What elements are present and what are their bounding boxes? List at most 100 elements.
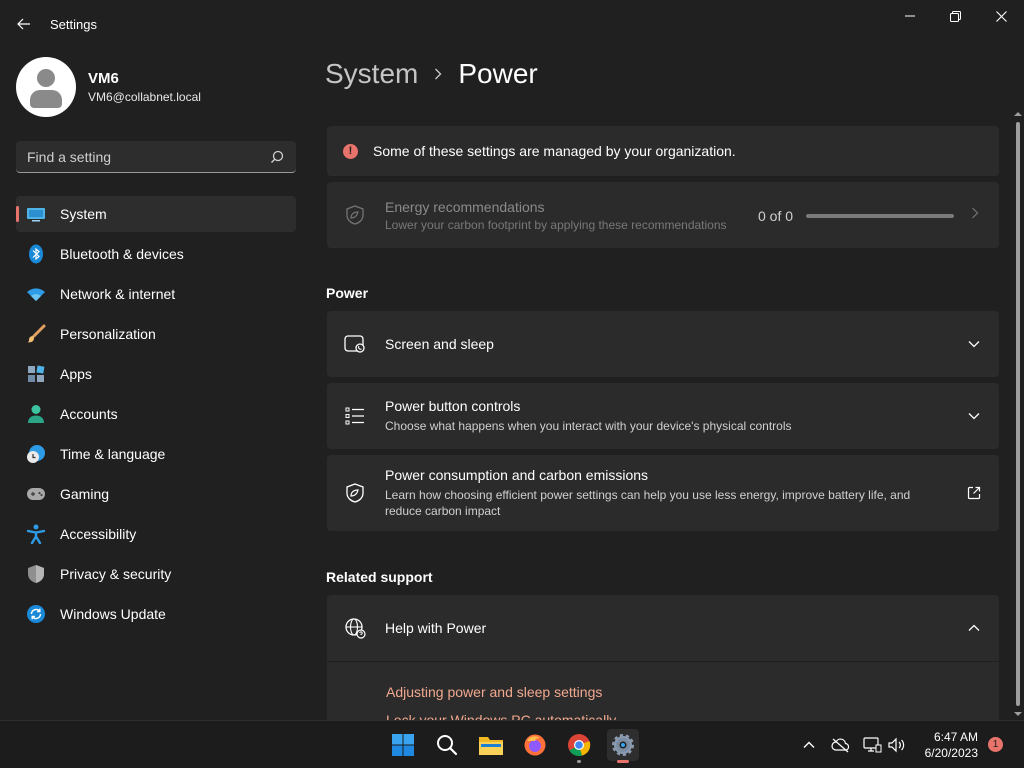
chevron-down-icon[interactable] <box>965 335 983 353</box>
leaf-shield-icon <box>343 481 367 505</box>
scrollbar[interactable] <box>1013 108 1023 720</box>
sidebar-item-accounts[interactable]: Accounts <box>16 396 296 432</box>
active-indicator <box>617 760 629 763</box>
energy-progress-bar <box>806 214 954 218</box>
sidebar-item-label: Privacy & security <box>60 566 172 582</box>
user-name: VM6 <box>88 70 119 87</box>
accessibility-icon <box>26 524 46 544</box>
taskbar: 6:47 AM 6/20/2023 1 <box>0 720 1024 768</box>
chevron-right-icon <box>434 64 442 85</box>
org-managed-notice: ! Some of these settings are managed by … <box>327 126 999 176</box>
sidebar-nav: System Bluetooth & devices Network & int… <box>16 196 296 636</box>
scroll-up-icon[interactable] <box>1013 110 1023 118</box>
sidebar-item-label: Bluetooth & devices <box>60 246 184 262</box>
user-profile[interactable]: VM6 VM6@collabnet.local <box>16 57 201 117</box>
sidebar-item-system[interactable]: System <box>16 196 296 232</box>
power-consumption-row[interactable]: Power consumption and carbon emissions L… <box>327 455 999 531</box>
start-button[interactable] <box>387 729 419 761</box>
network-tray-icon[interactable] <box>862 735 882 755</box>
close-button[interactable] <box>978 4 1024 28</box>
row-title: Power consumption and carbon emissions <box>385 467 649 483</box>
search-input[interactable]: Find a setting <box>16 141 296 173</box>
section-related-support: Related support <box>326 569 433 585</box>
system-icon <box>26 204 46 224</box>
maximize-button[interactable] <box>932 4 978 28</box>
user-email: VM6@collabnet.local <box>88 90 201 104</box>
section-power: Power <box>326 285 369 301</box>
external-link-icon[interactable] <box>965 484 983 502</box>
info-icon: ! <box>343 143 358 159</box>
search-icon <box>437 735 458 756</box>
bluetooth-icon <box>26 244 46 264</box>
help-link[interactable]: Adjusting power and sleep settings <box>386 684 602 700</box>
chrome-icon <box>568 734 591 757</box>
gear-icon <box>612 734 634 756</box>
power-button-controls-row[interactable]: Power button controls Choose what happen… <box>327 383 999 449</box>
chrome-button[interactable] <box>563 729 595 763</box>
chevron-up-icon[interactable] <box>965 619 983 637</box>
file-explorer-button[interactable] <box>475 729 507 761</box>
apps-icon <box>26 364 46 384</box>
help-with-power-row[interactable]: Help with Power <box>327 595 999 661</box>
back-arrow-icon <box>17 18 30 30</box>
sidebar-item-windows-update[interactable]: Windows Update <box>16 596 296 632</box>
taskbar-search-button[interactable] <box>431 729 463 761</box>
sidebar-item-time-language[interactable]: Time & language <box>16 436 296 472</box>
running-indicator <box>577 760 581 763</box>
list-icon <box>343 404 367 428</box>
show-hidden-icons-button[interactable] <box>799 735 819 755</box>
brush-icon <box>26 324 46 344</box>
search-placeholder: Find a setting <box>27 148 112 165</box>
back-button[interactable] <box>12 12 36 36</box>
sidebar-item-label: Accessibility <box>60 526 137 542</box>
globe-help-icon <box>343 616 367 640</box>
search-icon[interactable] <box>270 150 284 164</box>
volume-tray-icon[interactable] <box>886 735 906 755</box>
onedrive-tray-icon[interactable] <box>831 735 851 755</box>
chevron-up-icon <box>803 741 815 748</box>
sidebar-item-apps[interactable]: Apps <box>16 356 296 392</box>
minimize-button[interactable] <box>887 4 933 28</box>
notification-badge[interactable]: 1 <box>988 737 1003 752</box>
sidebar-item-bluetooth[interactable]: Bluetooth & devices <box>16 236 296 272</box>
row-subtitle: Choose what happens when you interact wi… <box>385 419 792 433</box>
sidebar-item-label: Apps <box>60 366 92 382</box>
network-icon <box>863 737 882 753</box>
settings-taskbar-button[interactable] <box>607 729 639 763</box>
energy-count: 0 of 0 <box>758 208 794 224</box>
sidebar-item-label: Gaming <box>60 486 110 502</box>
sidebar-item-label: System <box>60 206 107 222</box>
chevron-down-icon[interactable] <box>965 407 983 425</box>
leaf-shield-icon <box>343 203 367 227</box>
energy-recommendations-card[interactable]: Energy recommendations Lower your carbon… <box>327 182 999 248</box>
sidebar-item-label: Time & language <box>60 446 166 462</box>
sidebar-item-accessibility[interactable]: Accessibility <box>16 516 296 552</box>
breadcrumb-parent[interactable]: System <box>325 58 418 90</box>
screen-sleep-icon <box>343 332 367 356</box>
clock[interactable]: 6:47 AM 6/20/2023 <box>918 729 978 761</box>
help-links-panel: Adjusting power and sleep settings Lock … <box>327 661 999 721</box>
row-title: Power button controls <box>385 398 521 414</box>
cloud-offline-icon <box>831 738 850 753</box>
clock-globe-icon <box>26 444 46 464</box>
clock-date: 6/20/2023 <box>924 746 978 760</box>
sidebar-item-privacy[interactable]: Privacy & security <box>16 556 296 592</box>
minimize-icon <box>905 15 915 17</box>
app-title: Settings <box>50 17 97 32</box>
firefox-button[interactable] <box>519 729 551 761</box>
notice-text: Some of these settings are managed by yo… <box>373 143 736 159</box>
sidebar-item-label: Windows Update <box>60 606 166 622</box>
close-icon <box>995 10 1007 22</box>
sidebar-item-network[interactable]: Network & internet <box>16 276 296 312</box>
scroll-thumb[interactable] <box>1016 122 1020 706</box>
sidebar-item-gaming[interactable]: Gaming <box>16 476 296 512</box>
scroll-down-icon[interactable] <box>1013 710 1023 718</box>
screen-and-sleep-row[interactable]: Screen and sleep <box>327 311 999 377</box>
speaker-icon <box>888 737 905 753</box>
title-bar: Settings <box>0 0 1024 48</box>
sidebar-item-label: Network & internet <box>60 286 176 302</box>
restore-icon <box>949 10 961 22</box>
energy-subtitle: Lower your carbon footprint by applying … <box>385 217 727 232</box>
sidebar-item-personalization[interactable]: Personalization <box>16 316 296 352</box>
row-subtitle: Learn how choosing efficient power setti… <box>385 488 911 518</box>
